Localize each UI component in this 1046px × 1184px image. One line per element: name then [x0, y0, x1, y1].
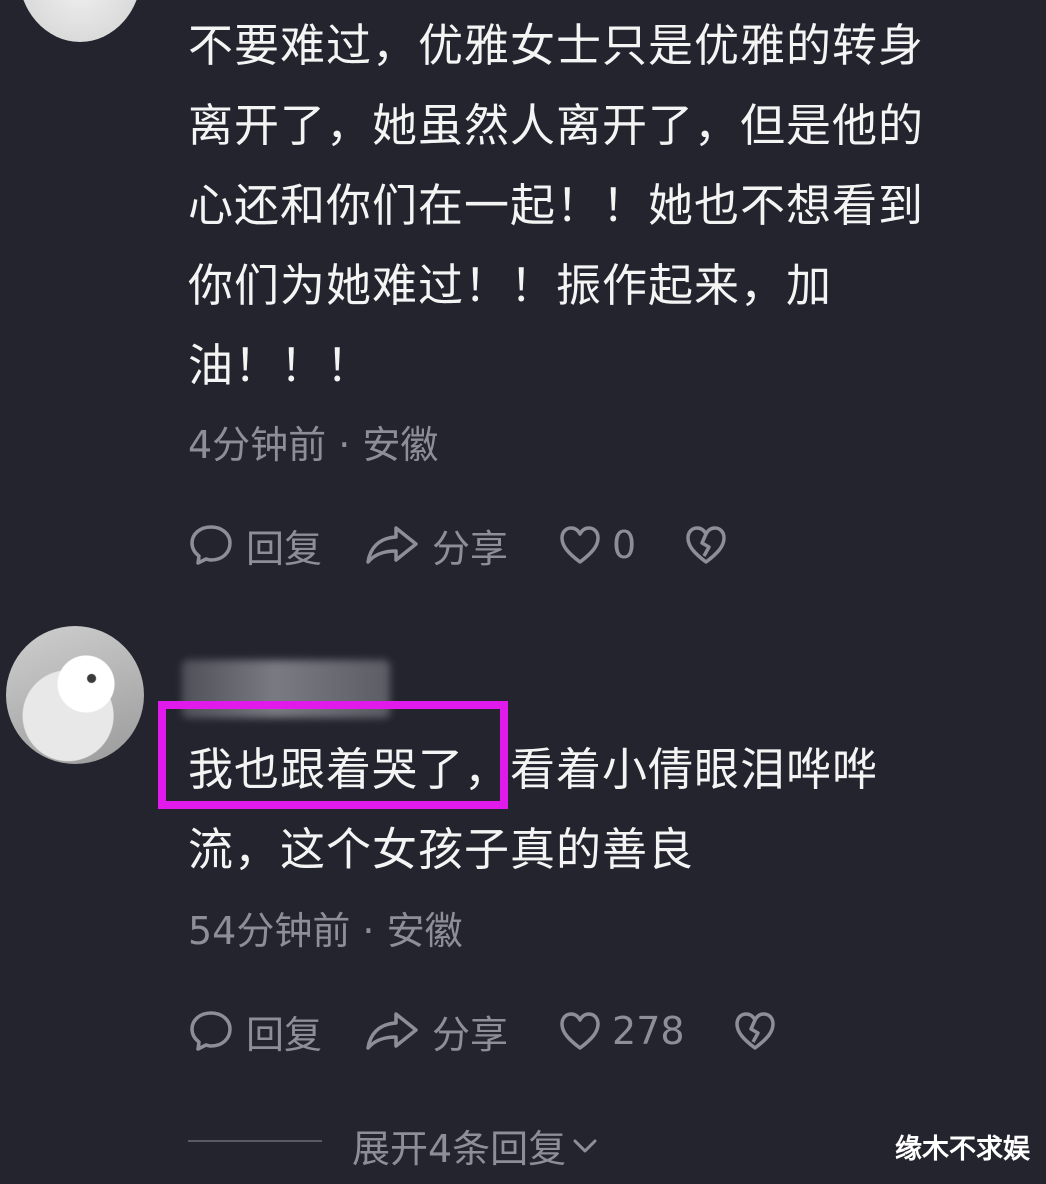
comment-2-actions: 回复 分享 278 — [188, 1004, 777, 1059]
share-label: 分享 — [432, 526, 509, 571]
reply-button[interactable]: 回复 — [188, 518, 322, 573]
share-label: 分享 — [432, 1012, 509, 1057]
comment-1-line-3: 心还和你们在一起！！她也不想看到 — [188, 179, 925, 232]
comment-1-line-1: 不要难过，优雅女士只是优雅的转身 — [188, 19, 925, 72]
comment-1-meta: 4分钟前 · 安徽 — [188, 423, 439, 467]
like-button[interactable]: 278 — [558, 1009, 685, 1053]
comment-1-line-2: 离开了，她虽然人离开了，但是他的 — [188, 99, 925, 152]
dislike-button[interactable] — [684, 524, 728, 566]
share-button[interactable]: 分享 — [364, 1004, 508, 1059]
share-arrow-icon — [366, 526, 418, 564]
comment-bubble-icon — [190, 1011, 232, 1051]
heart-icon — [560, 1012, 600, 1050]
dislike-button[interactable] — [733, 1010, 777, 1052]
watermark: 缘木不求娱 — [895, 1134, 1030, 1165]
broken-heart-icon — [686, 526, 726, 564]
comment-bubble-icon — [190, 525, 232, 565]
commenter-avatar[interactable] — [18, 0, 142, 42]
reply-button[interactable]: 回复 — [188, 1004, 322, 1059]
reply-label: 回复 — [246, 526, 323, 571]
like-count: 0 — [612, 523, 637, 567]
heart-icon — [560, 526, 600, 564]
share-button[interactable]: 分享 — [364, 518, 508, 573]
comment-2-line-2: 流，这个女孩子真的善良 — [188, 823, 695, 876]
broken-heart-icon — [734, 1012, 775, 1050]
expand-divider — [188, 1140, 322, 1142]
comment-2-meta: 54分钟前 · 安徽 — [188, 909, 463, 953]
comment-1-actions: 回复 分享 0 — [188, 518, 728, 573]
like-button[interactable]: 0 — [558, 523, 636, 567]
expand-replies-button[interactable]: 展开4条回复 — [352, 1118, 600, 1173]
commenter-avatar[interactable] — [6, 626, 144, 764]
share-arrow-icon — [366, 1012, 418, 1050]
like-count: 278 — [612, 1009, 685, 1053]
reply-label: 回复 — [246, 1012, 323, 1057]
expand-replies-label: 展开4条回复 — [352, 1127, 567, 1171]
highlight-annotation-box — [158, 701, 508, 809]
comment-1-line-4: 你们为她难过！！振作起来，加 — [188, 259, 833, 312]
chevron-down-icon — [573, 1139, 597, 1152]
comment-1-line-5: 油！！！ — [188, 339, 373, 392]
